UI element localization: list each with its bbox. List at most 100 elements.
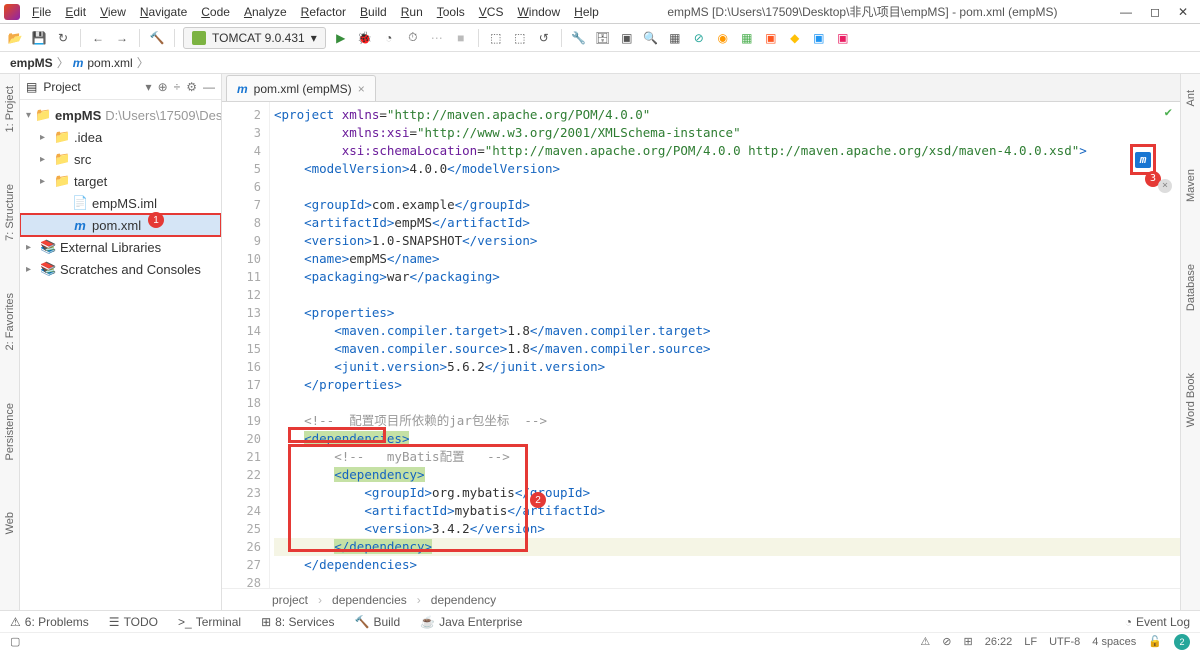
readonly-icon[interactable]: 🔓 <box>1148 635 1162 648</box>
tool-icon-d[interactable]: ▦ <box>738 29 756 47</box>
vtab----favorites[interactable]: 2: Favorites <box>2 287 18 356</box>
code-line[interactable] <box>274 286 1180 304</box>
tool-icon-h[interactable]: ▣ <box>834 29 852 47</box>
menu-build[interactable]: Build <box>354 3 393 21</box>
code-line[interactable]: xmlns:xsi="http://www.w3.org/2001/XMLSch… <box>274 124 1180 142</box>
menu-run[interactable]: Run <box>395 3 429 21</box>
tool-window-terminal[interactable]: >_ Terminal <box>178 615 241 629</box>
sync-icon[interactable]: ↻ <box>54 29 72 47</box>
menu-refactor[interactable]: Refactor <box>295 3 352 21</box>
tool-windows-icon[interactable]: ▢ <box>10 636 20 648</box>
code-line[interactable]: <packaging>war</packaging> <box>274 268 1180 286</box>
stop-button[interactable]: ■ <box>452 29 470 47</box>
tool-window-todo[interactable]: ☰ TODO <box>109 615 158 629</box>
code-line[interactable]: </dependency> <box>274 538 1180 556</box>
forward-icon[interactable]: → <box>113 29 131 47</box>
vtab-database[interactable]: Database <box>1183 258 1199 317</box>
code-line[interactable]: <artifactId>empMS</artifactId> <box>274 214 1180 232</box>
code-line[interactable]: <groupId>com.example</groupId> <box>274 196 1180 214</box>
tool-icon-a[interactable]: ▣ <box>618 29 636 47</box>
save-all-icon[interactable]: 💾 <box>30 29 48 47</box>
code-line[interactable] <box>274 178 1180 196</box>
menu-vcs[interactable]: VCS <box>473 3 510 21</box>
tree-item-scratches-and-consoles[interactable]: ▸📚Scratches and Consoles <box>20 258 221 280</box>
struct-crumb[interactable]: dependencies <box>332 593 407 607</box>
collapse-icon[interactable]: ÷ <box>174 80 181 94</box>
tree-item-pom-xml[interactable]: mpom.xml <box>20 214 221 236</box>
maximize-button[interactable]: ◻ <box>1150 5 1160 19</box>
hide-icon[interactable]: — <box>203 80 215 94</box>
struct-crumb[interactable]: project <box>272 593 308 607</box>
attach-icon[interactable]: ⋯ <box>428 29 446 47</box>
code-line[interactable]: <!-- myBatis配置 --> <box>274 448 1180 466</box>
code-line[interactable]: <artifactId>mybatis</artifactId> <box>274 502 1180 520</box>
crumb-root[interactable]: empMS <box>10 56 53 70</box>
vtab-word-book[interactable]: Word Book <box>1183 367 1199 433</box>
vtab-maven[interactable]: Maven <box>1183 163 1199 208</box>
locate-icon[interactable]: ⊕ <box>158 80 168 94</box>
tool-icon-b[interactable]: ▦ <box>666 29 684 47</box>
menu-code[interactable]: Code <box>195 3 236 21</box>
menu-analyze[interactable]: Analyze <box>238 3 293 21</box>
menu-edit[interactable]: Edit <box>59 3 92 21</box>
code-line[interactable]: <properties> <box>274 304 1180 322</box>
menu-view[interactable]: View <box>94 3 132 21</box>
debug-button[interactable]: 🐞 <box>356 29 374 47</box>
wrench-icon[interactable]: 🔧 <box>570 29 588 47</box>
vcs-icon-3[interactable]: ↺ <box>535 29 553 47</box>
struct-crumb[interactable]: dependency <box>431 593 496 607</box>
tool-window----services[interactable]: ⊞ 8: Services <box>261 615 334 629</box>
menu-window[interactable]: Window <box>511 3 566 21</box>
back-icon[interactable]: ← <box>89 29 107 47</box>
status-icon[interactable]: ⚠ <box>920 635 930 648</box>
minimize-button[interactable]: — <box>1120 5 1132 19</box>
menu-navigate[interactable]: Navigate <box>134 3 193 21</box>
editor-tab-pom[interactable]: m pom.xml (empMS) × <box>226 75 376 101</box>
code-line[interactable] <box>274 574 1180 588</box>
vtab----structure[interactable]: 7: Structure <box>2 178 18 247</box>
vtab-web[interactable]: Web <box>2 506 18 540</box>
project-title[interactable]: Project <box>43 80 139 94</box>
maven-reload-button[interactable]: m <box>1130 144 1156 175</box>
chevron-down-icon[interactable]: ▾ <box>146 80 152 94</box>
close-button[interactable]: ✕ <box>1178 5 1188 19</box>
code-line[interactable]: <groupId>org.mybatis</groupId> <box>274 484 1180 502</box>
tool-window----problems[interactable]: ⚠ 6: Problems <box>10 615 89 629</box>
code-line[interactable]: <maven.compiler.source>1.8</maven.compil… <box>274 340 1180 358</box>
vtab----project[interactable]: 1: Project <box>2 80 18 138</box>
tool-icon-c[interactable]: ◉ <box>714 29 732 47</box>
code-line[interactable]: </dependencies> <box>274 556 1180 574</box>
code-line[interactable]: <name>empMS</name> <box>274 250 1180 268</box>
caret-pos[interactable]: 26:22 <box>985 636 1013 648</box>
event-log-button[interactable]: ◔ Event Log <box>1125 615 1190 629</box>
tool-icon-f[interactable]: ◆ <box>786 29 804 47</box>
code-line[interactable]: <version>1.0-SNAPSHOT</version> <box>274 232 1180 250</box>
profile-icon[interactable]: ⏱ <box>404 29 422 47</box>
gear-icon[interactable]: ⚙ <box>186 80 197 94</box>
crumb-file[interactable]: m pom.xml <box>73 56 133 70</box>
menu-tools[interactable]: Tools <box>431 3 471 21</box>
code-line[interactable] <box>274 394 1180 412</box>
code-line[interactable]: <dependencies> <box>274 430 1180 448</box>
build-icon[interactable]: 🔨 <box>148 29 166 47</box>
code-line[interactable]: <junit.version>5.6.2</junit.version> <box>274 358 1180 376</box>
vtab-persistence[interactable]: Persistence <box>2 397 18 466</box>
code-line[interactable]: <maven.compiler.target>1.8</maven.compil… <box>274 322 1180 340</box>
code-line[interactable]: <dependency> <box>274 466 1180 484</box>
search-icon[interactable]: 🔍 <box>642 29 660 47</box>
status-icon[interactable]: ⊘ <box>942 635 951 648</box>
notification-badge[interactable]: 2 <box>1174 634 1190 650</box>
tree-item-external-libraries[interactable]: ▸📚External Libraries <box>20 236 221 258</box>
tool-icon-e[interactable]: ▣ <box>762 29 780 47</box>
tree-item-empMS-iml[interactable]: 📄empMS.iml <box>20 192 221 214</box>
run-button[interactable]: ▶ <box>332 29 350 47</box>
tree-item--idea[interactable]: ▸📁.idea <box>20 126 221 148</box>
close-tab-icon[interactable]: × <box>358 82 365 96</box>
vtab-ant[interactable]: Ant <box>1183 84 1199 113</box>
project-tree[interactable]: ▾📁empMS D:\Users\17509\Desktop▸📁.idea▸📁s… <box>20 100 221 284</box>
code-line[interactable]: <!-- 配置项目所依赖的jar包坐标 --> <box>274 412 1180 430</box>
tree-item-src[interactable]: ▸📁src <box>20 148 221 170</box>
code-line[interactable]: </properties> <box>274 376 1180 394</box>
vcs-icon-2[interactable]: ⬚ <box>511 29 529 47</box>
code-editor[interactable]: ✔ m 3 × <project xmlns="http://maven.apa… <box>270 102 1180 588</box>
